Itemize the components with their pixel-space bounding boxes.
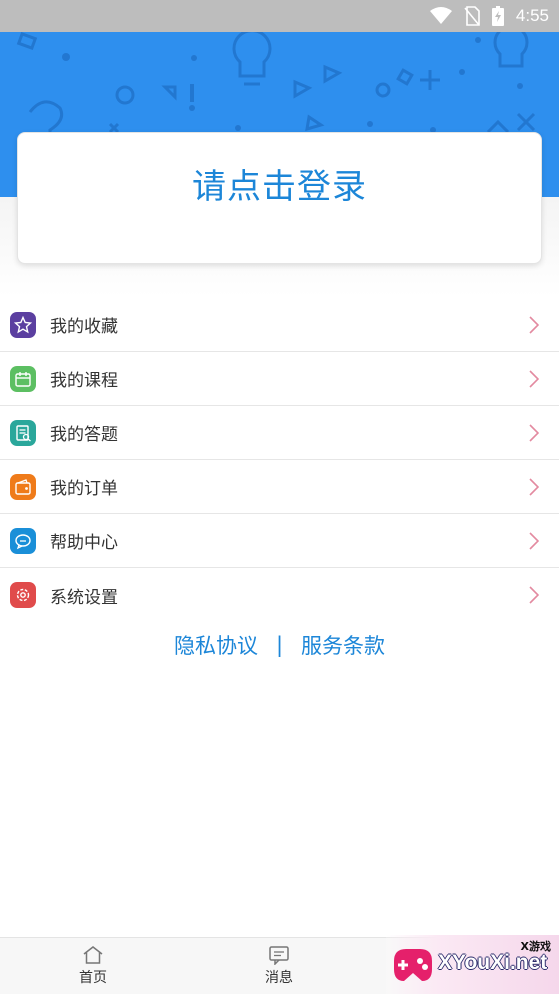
- chevron-right-icon: [529, 531, 539, 550]
- privacy-link[interactable]: 隐私协议: [174, 630, 258, 660]
- status-time: 4:55: [515, 6, 549, 25]
- menu-item-label: 帮助中心: [50, 533, 118, 553]
- wifi-icon: [429, 7, 452, 24]
- battery-charging-icon: [491, 6, 504, 26]
- link-separator: |: [275, 633, 284, 657]
- login-card[interactable]: 请点击登录: [17, 132, 542, 264]
- chevron-right-icon: [529, 315, 539, 334]
- chevron-right-icon: [529, 586, 539, 604]
- home-icon: [83, 946, 103, 964]
- menu-item-label: 系统设置: [50, 587, 118, 608]
- wallet-icon: [10, 473, 36, 500]
- watermark-logo-icon: [394, 949, 432, 981]
- menu-item-label: 我的收藏: [50, 317, 118, 337]
- terms-link[interactable]: 服务条款: [301, 630, 385, 660]
- legal-links: 隐私协议 | 服务条款: [0, 630, 559, 660]
- nav-home-label: 首页: [79, 970, 107, 986]
- chevron-right-icon: [529, 477, 539, 496]
- watermark-site-text: XYouXi.net: [438, 951, 548, 974]
- chevron-right-icon: [529, 423, 539, 442]
- nav-home[interactable]: 首页: [0, 938, 186, 994]
- login-prompt[interactable]: 请点击登录: [192, 159, 367, 263]
- message-icon: [269, 946, 289, 965]
- chevron-right-icon: [529, 369, 539, 388]
- menu-item-orders[interactable]: 我的订单: [0, 460, 559, 514]
- nav-messages[interactable]: 消息: [186, 938, 372, 994]
- watermark: X游戏 XYouXi.net: [386, 935, 559, 994]
- menu-item-label: 我的订单: [50, 479, 118, 499]
- menu-item-settings[interactable]: 系统设置: [0, 568, 559, 622]
- nav-messages-label: 消息: [265, 970, 293, 986]
- gear-icon: [10, 582, 36, 608]
- menu-item-favorites[interactable]: 我的收藏: [0, 298, 559, 352]
- no-sim-icon: [464, 6, 480, 26]
- chat-icon: [10, 527, 36, 554]
- calendar-icon: [10, 365, 36, 392]
- menu-item-quiz[interactable]: 我的答题: [0, 406, 559, 460]
- status-bar: 4:55: [0, 0, 559, 32]
- menu-list: 我的收藏 我的课程 我的答题 我的订单 帮助中心 系统设置: [0, 298, 559, 622]
- menu-item-label: 我的课程: [50, 371, 118, 391]
- menu-item-help[interactable]: 帮助中心: [0, 514, 559, 568]
- star-icon: [10, 311, 36, 338]
- menu-item-courses[interactable]: 我的课程: [0, 352, 559, 406]
- menu-item-label: 我的答题: [50, 425, 118, 445]
- quiz-icon: [10, 419, 36, 446]
